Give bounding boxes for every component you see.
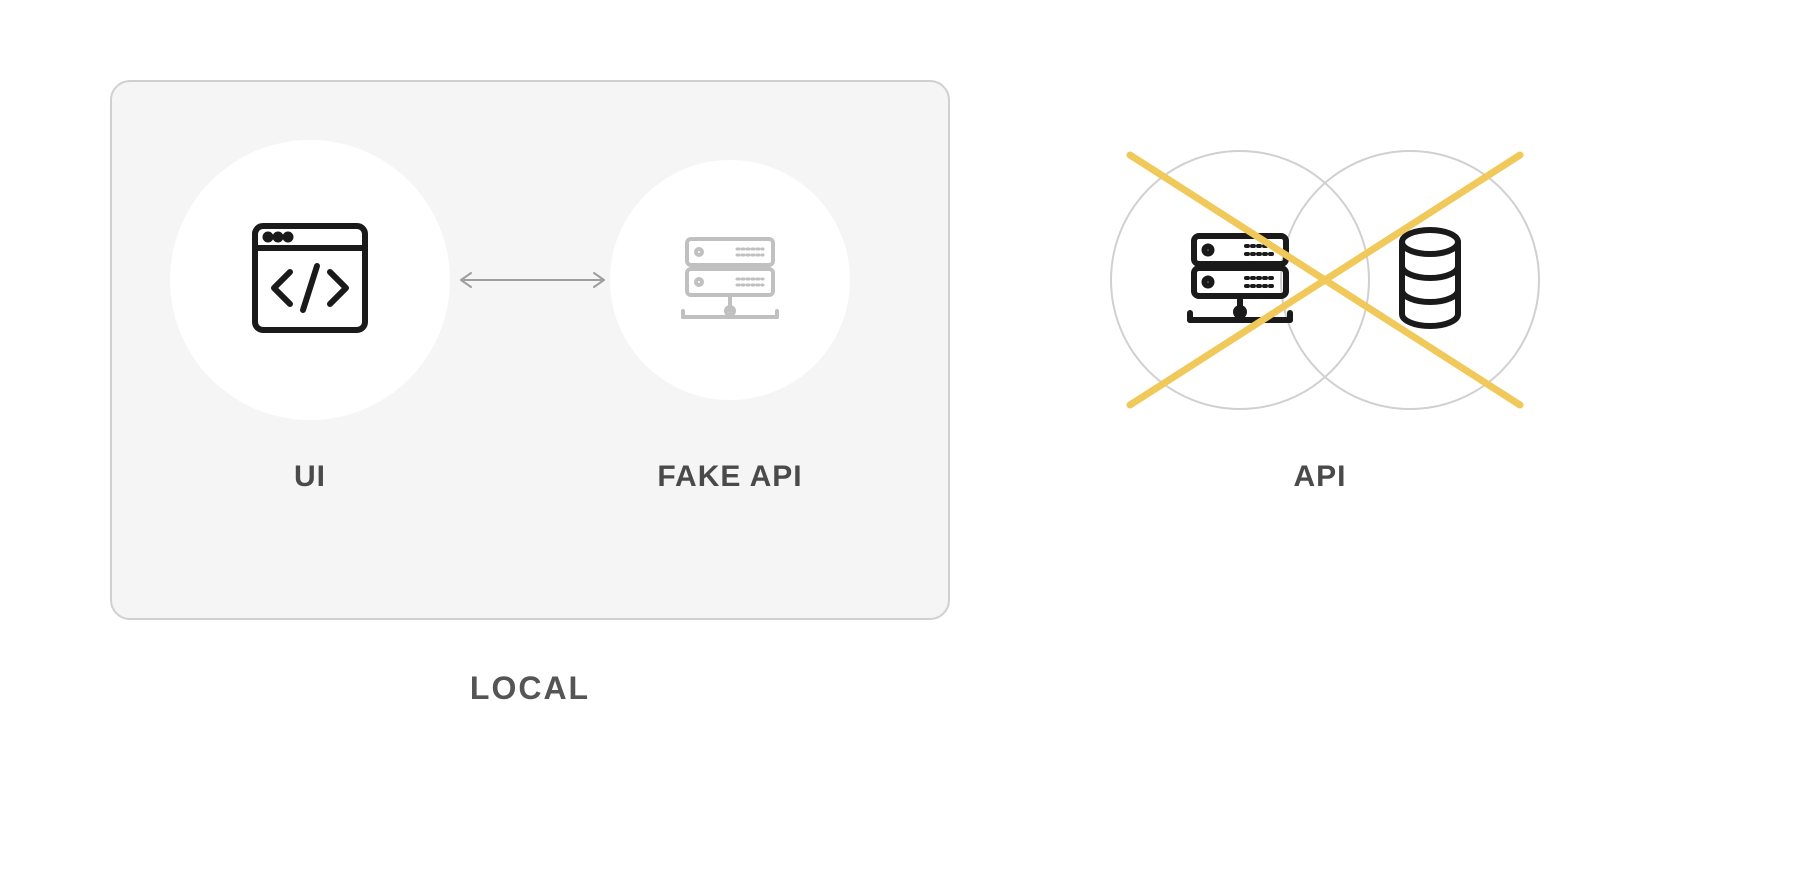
code-window-icon — [240, 208, 380, 353]
fake-api-node — [610, 160, 850, 400]
local-box-label: LOCAL — [110, 670, 950, 707]
api-node-label: API — [1180, 460, 1460, 494]
ui-node-label: UI — [170, 460, 450, 494]
ui-node — [170, 140, 450, 420]
server-icon — [665, 213, 795, 348]
architecture-diagram: UI FAK — [0, 0, 1818, 870]
api-server-node — [1110, 150, 1370, 410]
fake-api-node-label: FAKE API — [610, 460, 850, 494]
server-icon — [1170, 208, 1310, 353]
bidirectional-arrow — [455, 270, 610, 290]
